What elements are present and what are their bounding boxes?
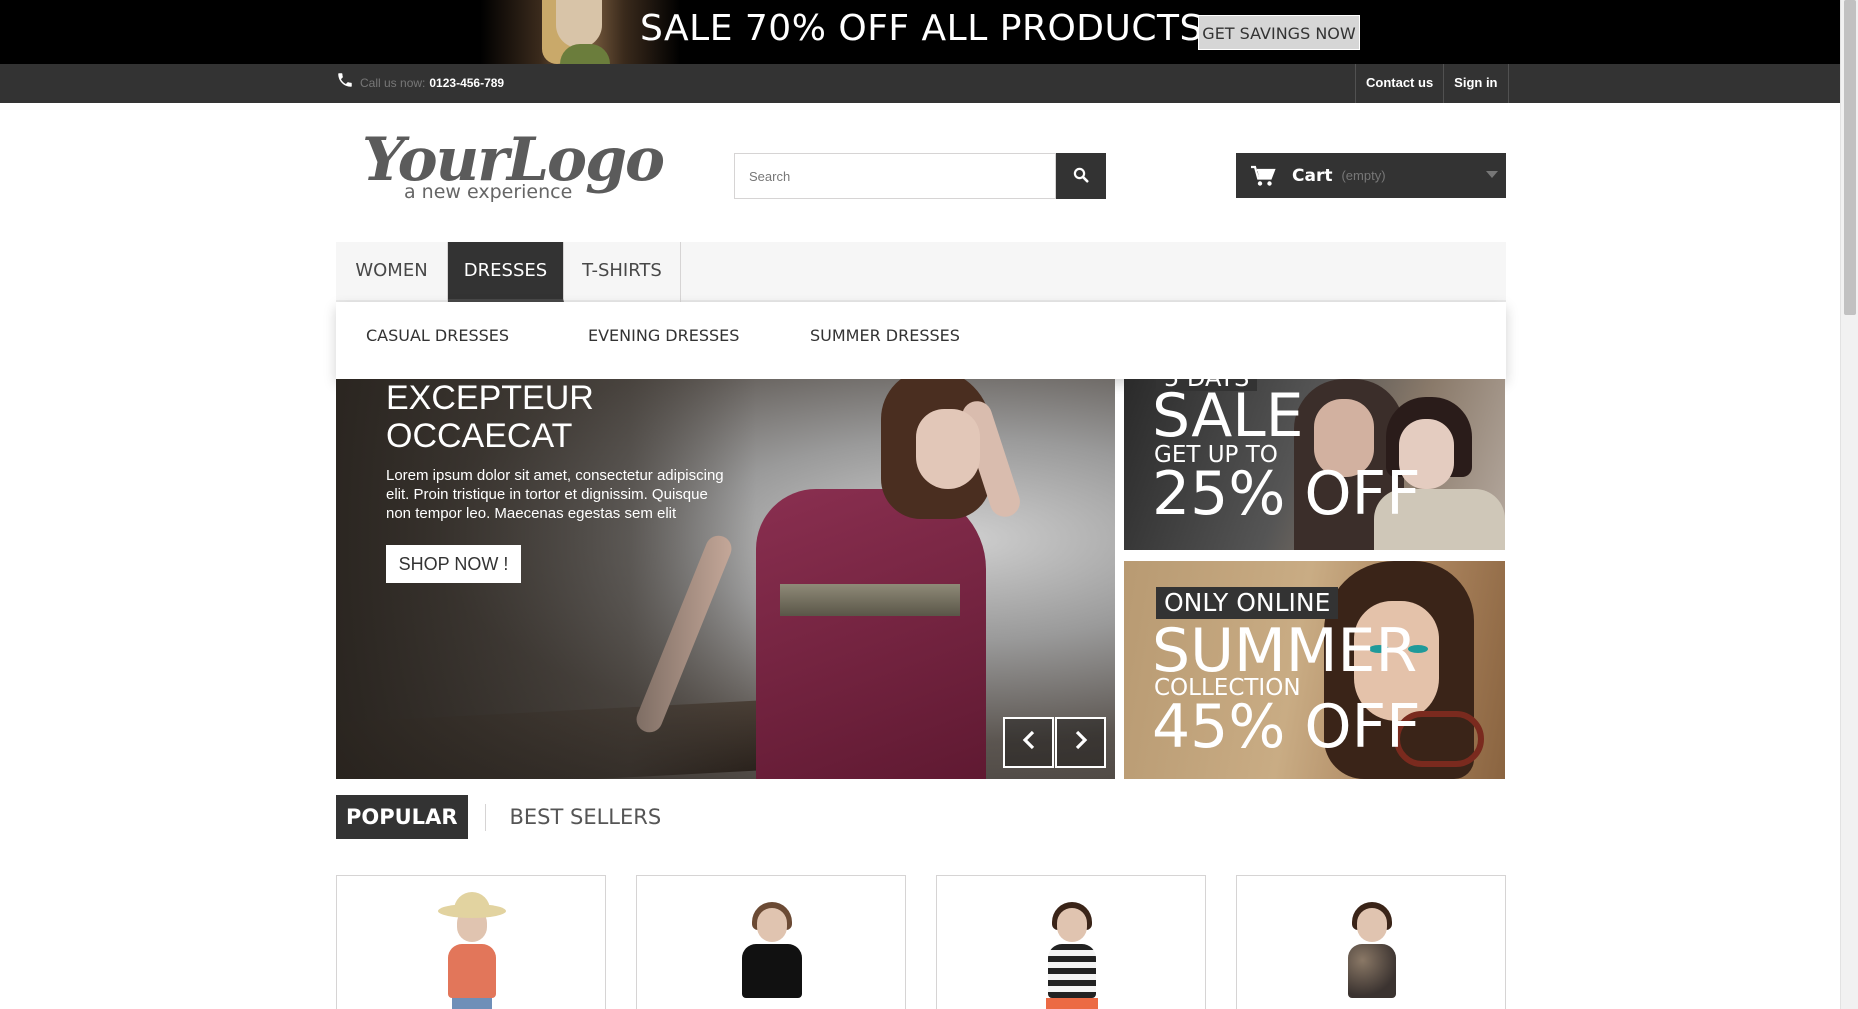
product-image[interactable] [1042, 898, 1102, 1009]
site-logo[interactable]: YourLogo a new experience [362, 125, 665, 210]
slide-description: Lorem ipsum dolor sit amet, consectetur … [386, 467, 724, 522]
promo-title: SALE 70% OFF ALL PRODUCTS [640, 8, 1203, 49]
chevron-right-icon [1074, 730, 1088, 755]
logo-tagline: a new experience [404, 181, 573, 203]
top-navbar: Call us now: 0123-456-789 Contact us Sig… [0, 64, 1840, 103]
summer-collection-banner[interactable]: ONLY ONLINE SUMMER COLLECTION 45% OFF [1124, 561, 1505, 779]
sign-in-link[interactable]: Sign in [1443, 64, 1509, 103]
chevron-left-icon [1022, 730, 1036, 755]
scrollbar-thumb[interactable] [1844, 0, 1856, 315]
menu-tab-women[interactable]: WOMEN [336, 242, 448, 302]
submenu-evening-dresses[interactable]: EVENING DRESSES [588, 326, 739, 345]
slider-next-button[interactable] [1055, 717, 1106, 768]
product-card[interactable] [1236, 875, 1506, 1009]
home-slider: EXCEPTEUR OCCAECAT Lorem ipsum dolor sit… [336, 379, 1115, 779]
call-label: Call us now: [360, 75, 426, 90]
search-icon [1073, 167, 1089, 186]
tab-divider [484, 803, 486, 831]
menu-tab-tshirts[interactable]: T-SHIRTS [564, 242, 681, 302]
product-image[interactable] [742, 898, 802, 1009]
contact-us-link[interactable]: Contact us [1355, 64, 1443, 103]
dresses-submenu: CASUAL DRESSES EVENING DRESSES SUMMER DR… [336, 302, 1506, 379]
sale-banner[interactable]: 5 DAYS SALE GET UP TO 25% OFF [1124, 379, 1505, 550]
chevron-down-icon [1486, 171, 1498, 178]
submenu-casual-dresses[interactable]: CASUAL DRESSES [366, 326, 509, 345]
cart-icon [1250, 165, 1276, 187]
cart-status: (empty) [1341, 168, 1386, 183]
banner-heading: SALE [1152, 381, 1304, 451]
main-menu: WOMEN DRESSES T-SHIRTS [336, 242, 1506, 302]
banner-discount: 45% OFF [1152, 692, 1421, 762]
search-form [734, 153, 1106, 199]
page: SALE 70% OFF ALL PRODUCTS GET SAVINGS NO… [0, 0, 1840, 1009]
tab-best-sellers[interactable]: BEST SELLERS [500, 795, 672, 839]
promo-banner[interactable]: SALE 70% OFF ALL PRODUCTS GET SAVINGS NO… [0, 0, 1840, 64]
banner-discount: 25% OFF [1152, 459, 1421, 529]
slide-heading: EXCEPTEUR OCCAECAT [386, 379, 594, 455]
submenu-summer-dresses[interactable]: SUMMER DRESSES [810, 326, 960, 345]
account-links: Contact us Sign in [1355, 64, 1509, 103]
call-info: Call us now: 0123-456-789 [336, 71, 504, 94]
cart-button[interactable]: Cart (empty) [1236, 153, 1506, 198]
shop-now-button[interactable]: SHOP NOW ! [386, 545, 521, 583]
product-tabs: POPULAR BEST SELLERS [336, 795, 671, 839]
menu-tab-dresses[interactable]: DRESSES [448, 242, 564, 302]
banner-heading: SUMMER [1152, 616, 1418, 686]
product-image[interactable] [438, 892, 506, 1009]
page-scrollbar[interactable] [1840, 0, 1858, 1009]
product-card[interactable] [636, 875, 906, 1009]
product-card[interactable] [336, 875, 606, 1009]
search-input[interactable] [734, 153, 1056, 199]
phone-number: 0123-456-789 [429, 75, 505, 90]
tab-popular[interactable]: POPULAR [336, 795, 468, 839]
get-savings-button[interactable]: GET SAVINGS NOW [1198, 15, 1360, 50]
banner-badge: ONLY ONLINE [1156, 587, 1339, 619]
product-image[interactable] [1342, 898, 1402, 1009]
phone-icon [336, 71, 354, 94]
slider-prev-button[interactable] [1003, 717, 1054, 768]
search-button[interactable] [1056, 153, 1106, 199]
product-card[interactable] [936, 875, 1206, 1009]
cart-label: Cart [1292, 165, 1333, 186]
